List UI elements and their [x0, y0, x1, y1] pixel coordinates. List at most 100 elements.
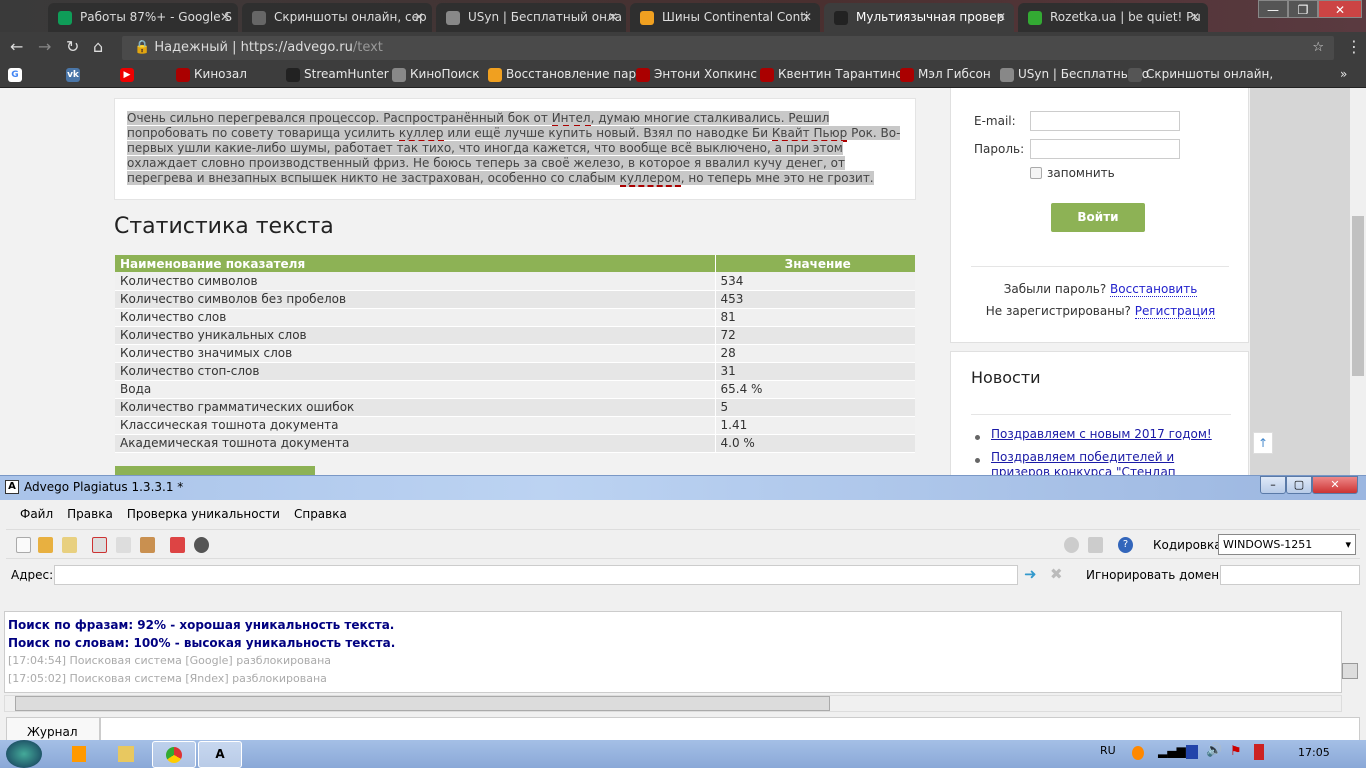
clear-icon[interactable]: ✖ — [1050, 565, 1063, 583]
tab-journal[interactable]: Журнал — [6, 717, 100, 741]
volume-icon[interactable]: 🔊 — [1206, 743, 1222, 758]
ignore-domains-input[interactable] — [1220, 565, 1360, 585]
network-icon[interactable]: ▂▄▆ — [1158, 744, 1186, 758]
address-input[interactable] — [54, 565, 1018, 585]
bookmark[interactable]: КиноПоиск — [392, 67, 480, 82]
clock[interactable]: 17:05 — [1298, 746, 1330, 759]
spelling-error: куллер — [398, 126, 444, 142]
login-button[interactable]: Войти — [1051, 203, 1145, 232]
bookmark[interactable]: Кинозал — [176, 67, 247, 82]
remember-checkbox[interactable] — [1030, 167, 1042, 179]
app-close-button[interactable]: ✕ — [1312, 476, 1358, 494]
scroll-to-top-button[interactable]: ↑ — [1253, 432, 1273, 454]
app-title-bar: A Advego Plagiatus 1.3.3.1 * – ▢ ✕ — [0, 476, 1366, 500]
help-icon[interactable]: ? — [1118, 537, 1133, 553]
cut-icon[interactable] — [92, 537, 107, 553]
table-row: Количество слов 81 — [115, 308, 915, 327]
log-hscrollbar[interactable] — [4, 695, 1342, 712]
forward-icon[interactable]: → — [38, 36, 51, 58]
menu-icon[interactable]: ⋮ — [1346, 36, 1362, 58]
bookmark[interactable]: Квентин Тарантино — [760, 67, 903, 82]
home-icon[interactable]: ⌂ — [93, 36, 103, 58]
media-player-icon[interactable] — [72, 746, 86, 762]
password-field[interactable] — [1030, 139, 1180, 159]
tab[interactable]: Мультиязычная провер ✕ — [824, 3, 1014, 32]
plagiatus-taskbar-button[interactable]: A — [198, 741, 242, 768]
new-icon[interactable] — [16, 537, 31, 553]
tray-usb-icon[interactable] — [1254, 744, 1264, 760]
close-tab-icon[interactable]: ✕ — [414, 3, 424, 32]
menu-edit[interactable]: Правка — [67, 507, 113, 521]
address-row: Адрес: ➜ ✖ Игнорировать домены: — [6, 562, 1360, 588]
address-bar[interactable]: 🔒 Надежный | https://advego.ru/text ☆ — [122, 36, 1334, 60]
log-vscrollbar[interactable] — [1342, 611, 1358, 693]
tab[interactable]: Скриншоты онлайн, сер ✕ — [242, 3, 432, 32]
tab[interactable]: Rozetka.ua | be quiet! Pu ✕ — [1018, 3, 1208, 32]
tab[interactable]: Работы 87%+ - Google S ✕ — [48, 3, 238, 32]
tray-app-icon[interactable] — [1132, 746, 1144, 760]
chrome-taskbar-button[interactable] — [152, 741, 196, 768]
bookmark-icon — [392, 68, 406, 82]
encoding-select[interactable]: WINDOWS-1251 ▾ — [1218, 534, 1356, 555]
close-tab-icon[interactable]: ✕ — [802, 3, 812, 32]
bookmark[interactable]: USyn | Бесплатный о — [1000, 67, 1149, 82]
app-maximize-button[interactable]: ▢ — [1286, 476, 1312, 494]
open-html-icon[interactable] — [38, 537, 53, 553]
close-tab-icon[interactable]: ✕ — [220, 3, 230, 32]
menu-file[interactable]: Файл — [20, 507, 53, 521]
bookmark[interactable]: Мэл Гибсон — [900, 67, 991, 82]
log-hscroll-thumb[interactable] — [15, 696, 830, 711]
paste-icon[interactable] — [140, 537, 155, 553]
check-icon[interactable] — [170, 537, 185, 553]
favicon-icon — [446, 11, 460, 25]
bookmark[interactable]: Энтони Хопкинс — [636, 67, 757, 82]
more-bookmarks-button[interactable]: » — [1340, 67, 1347, 81]
close-tab-icon[interactable]: ✕ — [1190, 3, 1200, 32]
tray-blue-icon[interactable] — [1186, 745, 1198, 759]
bookmark[interactable]: Восстановление пар — [488, 67, 637, 82]
tab[interactable]: Шины Continental Conti ✕ — [630, 3, 820, 32]
bookmark-label: КиноПоиск — [410, 67, 480, 81]
spelling-error: Интел — [551, 111, 591, 127]
bookmark[interactable]: StreamHunter — [286, 67, 389, 82]
text-input-area[interactable]: Очень сильно перегревался процессор. Рас… — [114, 98, 916, 200]
action-center-icon[interactable]: ⚑ — [1230, 744, 1242, 759]
register-link[interactable]: Регистрация — [1134, 304, 1216, 319]
email-field[interactable] — [1030, 111, 1180, 131]
news-link[interactable]: Поздравляем победителей и призеров конку… — [991, 450, 1176, 475]
maximize-button[interactable]: ❐ — [1288, 0, 1318, 18]
minimize-button[interactable]: — — [1258, 0, 1288, 18]
page-scrollbar-thumb[interactable] — [1352, 216, 1364, 376]
log-vscroll-thumb[interactable] — [1342, 663, 1358, 679]
bookmark[interactable]: Скриншоты онлайн, — [1128, 67, 1273, 82]
log-panel: Поиск по фразам: 92% - хорошая уникально… — [4, 611, 1342, 693]
bookmark-label: Восстановление пар — [506, 67, 637, 81]
lock-icon[interactable] — [1088, 537, 1103, 553]
settings-icon[interactable] — [1064, 537, 1079, 553]
tab[interactable]: USyn | Бесплатный онла ✕ — [436, 3, 626, 32]
star-icon[interactable]: ☆ — [1312, 36, 1324, 60]
close-tab-icon[interactable]: ✕ — [608, 3, 618, 32]
explorer-icon[interactable] — [118, 746, 134, 762]
language-indicator[interactable]: RU — [1100, 744, 1116, 757]
stat-value: 5 — [714, 398, 915, 417]
ignore-domains-label: Игнорировать домены: — [1086, 568, 1233, 582]
back-icon[interactable]: ← — [10, 36, 23, 58]
restore-link[interactable]: Восстановить — [1110, 282, 1198, 297]
menu-uniqueness[interactable]: Проверка уникальности — [127, 507, 280, 521]
stop-icon[interactable] — [194, 537, 209, 553]
go-arrow-icon[interactable]: ➜ — [1024, 565, 1037, 583]
close-tab-icon[interactable]: ✕ — [996, 3, 1006, 32]
start-button[interactable] — [6, 740, 42, 768]
spelling-error: Квайт Пьюр — [771, 126, 848, 142]
news-link[interactable]: Поздравляем с новым 2017 годом! — [991, 427, 1212, 441]
stats-title: Статистика текста — [114, 214, 334, 239]
open-file-icon[interactable] — [62, 537, 77, 553]
copy-icon[interactable] — [116, 537, 131, 553]
close-button[interactable]: ✕ — [1318, 0, 1362, 18]
reload-icon[interactable]: ↻ — [66, 36, 79, 58]
app-minimize-button[interactable]: – — [1260, 476, 1286, 494]
check-button[interactable] — [115, 466, 315, 475]
favicon-icon — [834, 11, 848, 25]
menu-help[interactable]: Справка — [294, 507, 347, 521]
